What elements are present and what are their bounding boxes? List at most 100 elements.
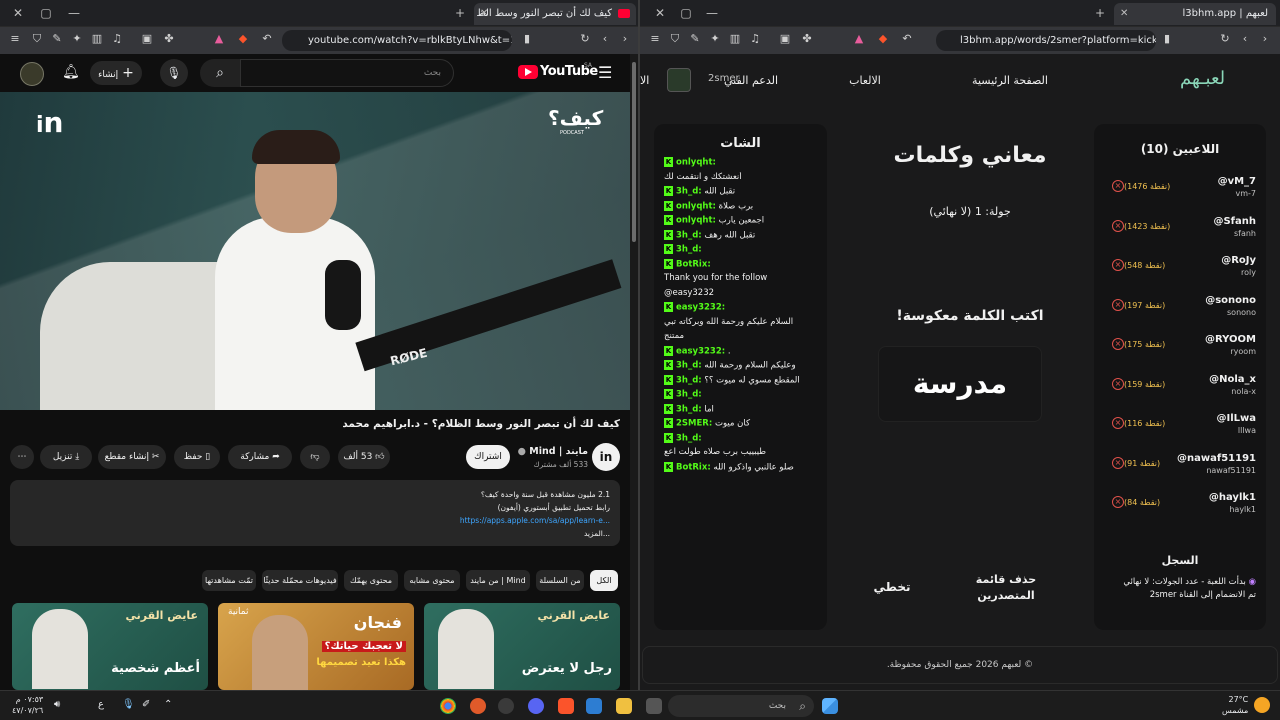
reload-icon[interactable]: ↻	[1218, 32, 1232, 46]
clock[interactable]: ٠٧:٥٣ م ٤٧/٠٧/٢٦	[12, 694, 43, 716]
description-more[interactable]: ...المزيد	[20, 527, 610, 540]
close-tab-icon[interactable]: ✕	[1120, 3, 1128, 25]
screenshot-icon[interactable]: ▣	[140, 32, 154, 46]
address-bar[interactable]: youtube.com/watch?v=rblkBtyLNhw&t=1...	[282, 30, 512, 51]
reload-icon[interactable]: ↻	[578, 32, 592, 46]
pin-icon[interactable]: ✎	[50, 32, 64, 46]
forward-icon[interactable]: ›	[1258, 32, 1272, 46]
remove-player-icon[interactable]: ×	[1112, 417, 1124, 429]
pen-icon[interactable]: ✐	[142, 699, 150, 710]
chip-channel[interactable]: من مايند | Mind	[466, 570, 530, 591]
remove-player-icon[interactable]: ×	[1112, 338, 1124, 350]
brave-icon[interactable]: ◆	[236, 32, 250, 46]
triangle-icon[interactable]: ▲	[212, 32, 226, 46]
remove-player-icon[interactable]: ×	[1112, 377, 1124, 390]
chevron-up-icon[interactable]: ⌃	[164, 699, 172, 710]
sidebar-icon[interactable]: ▥	[728, 32, 742, 46]
chat-username[interactable]: onlyqht:	[676, 158, 716, 168]
puzzle-icon[interactable]: ✤	[800, 32, 814, 46]
brave-icon[interactable]: ◆	[876, 32, 890, 46]
back-history-icon[interactable]: ↶	[900, 32, 914, 46]
save-button[interactable]: ▯ حفظ	[174, 445, 220, 469]
music-icon[interactable]: ♫	[110, 32, 124, 46]
search-input[interactable]: بحث	[240, 59, 454, 87]
chat-username[interactable]: 3h_d:	[676, 375, 702, 385]
share-button[interactable]: ➦ مشاركة	[228, 445, 292, 469]
nav-games[interactable]: الالعاب	[840, 74, 890, 87]
video-description[interactable]: 2.1 مليون مشاهدة قبل سنة واحدة كيف؟ رابط…	[10, 480, 620, 546]
taskbar-search[interactable]: ⌕ بحث	[668, 695, 814, 717]
thumbnail-3[interactable]: عايض القرني أعظم شخصية	[12, 603, 208, 690]
bookmark-icon[interactable]: ▮	[1160, 32, 1174, 46]
maximize-icon[interactable]: ▢	[36, 4, 56, 22]
remove-player-icon[interactable]: ×	[1112, 496, 1124, 508]
back-icon[interactable]: ‹	[598, 32, 612, 46]
remove-player-icon[interactable]: ×	[1112, 219, 1124, 232]
clip-button[interactable]: ✂ إنشاء مقطع	[98, 445, 166, 469]
chat-username[interactable]: 3h_d:	[676, 230, 702, 240]
chat-username[interactable]: onlyqht:	[676, 201, 716, 211]
nav-more[interactable]: الا	[640, 74, 649, 87]
voice-search-icon[interactable]: 🎙︎	[160, 59, 188, 87]
volume-icon[interactable]: 🔊︎	[54, 699, 60, 710]
clear-leaderboard-button[interactable]: حذف قائمة المتصدرين	[956, 572, 1056, 604]
forward-icon[interactable]: ›	[618, 32, 632, 46]
chip-interest[interactable]: محتوى يهمّك	[344, 570, 398, 591]
search-icon[interactable]: ⌕	[200, 59, 240, 87]
subscribe-button[interactable]: اشتراك	[466, 445, 510, 469]
remove-player-icon[interactable]: ×	[1112, 259, 1124, 271]
create-button[interactable]: +إنشاء	[90, 61, 142, 85]
description-link[interactable]: https://apps.apple.com/sa/app/learn-e...	[20, 514, 610, 527]
download-button[interactable]: ⤓ تنزيل	[40, 445, 92, 469]
chip-recent[interactable]: فيديوهات محمّلة حديثًا	[262, 570, 338, 591]
github-icon[interactable]	[498, 698, 514, 714]
shield-icon[interactable]: ⛉	[30, 32, 44, 46]
chip-series[interactable]: من السلسلة	[536, 570, 584, 591]
chip-all[interactable]: الكل	[590, 570, 618, 591]
remove-player-icon[interactable]: ×	[1112, 456, 1124, 469]
extension-icon[interactable]: ✦	[708, 32, 722, 46]
chip-similar[interactable]: محتوى مشابه	[404, 570, 460, 591]
minimize-icon[interactable]: —	[702, 4, 722, 22]
chat-username[interactable]: 3h_d:	[676, 404, 702, 414]
scrollbar-thumb[interactable]	[632, 62, 636, 242]
chat-username[interactable]: easy3232:	[676, 303, 725, 313]
new-tab-icon[interactable]: +	[1090, 4, 1110, 22]
remove-player-icon[interactable]: ×	[1112, 298, 1124, 311]
menu-icon[interactable]: ≡	[8, 32, 22, 46]
chat-username[interactable]: BotRix:	[676, 259, 711, 269]
music-icon[interactable]: ♫	[748, 32, 762, 46]
more-actions-icon[interactable]: ⋯	[10, 445, 34, 469]
nav-home[interactable]: الصفحة الرئيسية	[940, 74, 1080, 87]
chat-username[interactable]: easy3232:	[676, 346, 725, 356]
chat-username[interactable]: 3h_d:	[676, 245, 702, 255]
chat-username[interactable]: 3h_d:	[676, 187, 702, 197]
minimize-icon[interactable]: —	[64, 4, 84, 22]
chat-username[interactable]: BotRix:	[676, 462, 711, 472]
chrome-icon[interactable]	[440, 698, 456, 714]
thumbnail-1[interactable]: عايض القرني رجل لا يعترض	[424, 603, 620, 690]
hamburger-menu-icon[interactable]: ☰	[598, 63, 612, 82]
video-player[interactable]: RØDE كيف؟ PODCAST in	[0, 92, 630, 410]
weather-widget[interactable]: 27°C مشمس	[1222, 694, 1248, 716]
browser-app-icon[interactable]	[470, 698, 486, 714]
new-tab-icon[interactable]: +	[450, 4, 470, 22]
thumbnail-2[interactable]: ثمانية فنجان لا تعجبك حياتك؟ هكذا تعيد ت…	[218, 603, 414, 690]
dislike-button[interactable]: 👎︎	[300, 445, 330, 469]
pin-icon[interactable]: ✎	[688, 32, 702, 46]
extension-icon[interactable]: ✦	[70, 32, 84, 46]
brave-taskbar-icon[interactable]	[558, 698, 574, 714]
puzzle-icon[interactable]: ✤	[162, 32, 176, 46]
triangle-icon[interactable]: ▲	[852, 32, 866, 46]
file-explorer-icon[interactable]	[616, 698, 632, 714]
language-indicator[interactable]: ع	[98, 699, 104, 710]
user-avatar[interactable]	[667, 68, 691, 92]
address-bar[interactable]: l3bhm.app/words/2smer?platform=kick	[936, 30, 1156, 51]
close-tab-icon[interactable]: ✕	[480, 3, 488, 25]
tab-youtube[interactable]: كيف لك أن تبصر النور وسط الظ ✕	[474, 3, 636, 25]
notifications-icon[interactable]: 🔔︎	[62, 64, 80, 80]
like-button[interactable]: 👍︎ 53 ألف	[338, 445, 390, 469]
nav-username[interactable]: 2smer	[708, 73, 740, 84]
screenshot-icon[interactable]: ▣	[778, 32, 792, 46]
windows-start-icon[interactable]	[822, 698, 838, 714]
